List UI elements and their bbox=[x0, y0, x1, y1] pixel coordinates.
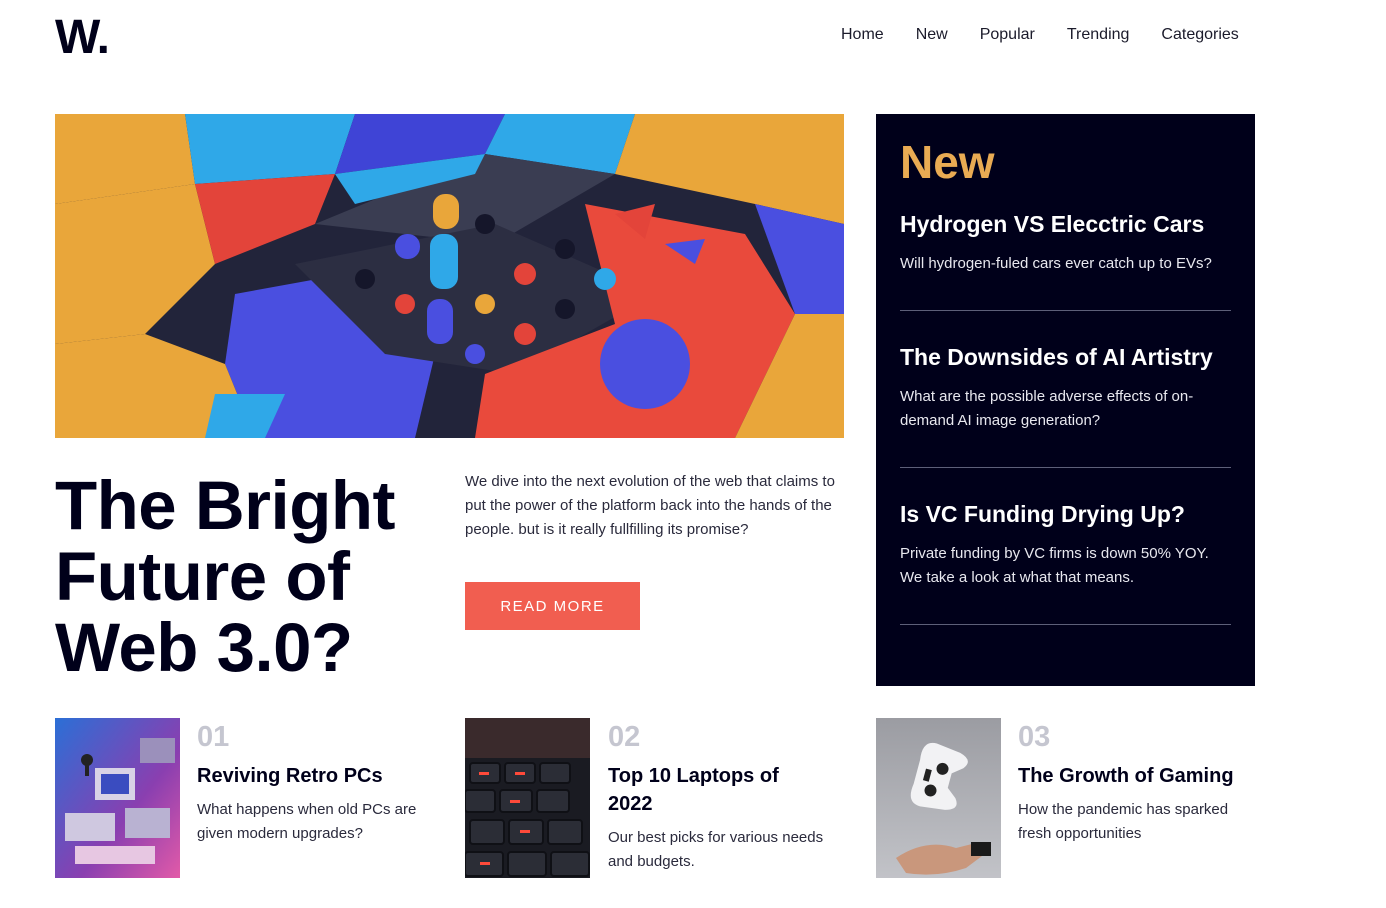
new-item-text: What are the possible adverse effects of… bbox=[900, 388, 1194, 429]
new-item[interactable]: Hydrogen VS Elecctric Cars Will hydrogen… bbox=[900, 210, 1231, 311]
new-item[interactable]: Is VC Funding Drying Up? Private funding… bbox=[900, 500, 1231, 625]
laptop-keyboard-image[interactable] bbox=[465, 718, 590, 878]
hero-title-line-2: Future of bbox=[55, 538, 350, 615]
nav-categories[interactable]: Categories bbox=[1161, 25, 1238, 45]
read-more-button[interactable]: READ MORE bbox=[465, 582, 640, 630]
article-text: What happens when old PCs are given mode… bbox=[197, 801, 417, 842]
hero-title: The Bright Future of Web 3.0? bbox=[55, 470, 455, 683]
article-number: 03 bbox=[1018, 721, 1051, 753]
article-text: How the pandemic has sparked fresh oppor… bbox=[1018, 801, 1229, 842]
hero-image bbox=[55, 114, 844, 438]
new-item-title[interactable]: Is VC Funding Drying Up? bbox=[900, 500, 1231, 528]
site-logo[interactable]: W. bbox=[55, 10, 110, 65]
gamepad-image[interactable] bbox=[876, 718, 1001, 878]
hero-description: We dive into the next evolution of the w… bbox=[465, 473, 835, 538]
new-item-title[interactable]: Hydrogen VS Elecctric Cars bbox=[900, 210, 1231, 238]
article-number: 02 bbox=[608, 721, 641, 753]
nav-new[interactable]: New bbox=[916, 25, 948, 45]
new-item-text: Private funding by VC firms is down 50% … bbox=[900, 545, 1209, 586]
new-item[interactable]: The Downsides of AI Artistry What are th… bbox=[900, 343, 1231, 468]
nav-home[interactable]: Home bbox=[841, 25, 884, 45]
new-item-text: Will hydrogen-fuled cars ever catch up t… bbox=[900, 255, 1212, 272]
hero-title-line-1: The Bright bbox=[55, 467, 395, 544]
nav-trending[interactable]: Trending bbox=[1067, 25, 1130, 45]
article-text: Our best picks for various needs and bud… bbox=[608, 829, 824, 870]
retro-pcs-image[interactable] bbox=[55, 718, 180, 878]
hero-title-line-3: Web 3.0? bbox=[55, 609, 353, 686]
article-title[interactable]: The Growth of Gaming bbox=[1018, 762, 1258, 790]
new-heading: New bbox=[900, 136, 995, 188]
article-title[interactable]: Top 10 Laptops of 2022 bbox=[608, 762, 818, 818]
article-title[interactable]: Reviving Retro PCs bbox=[197, 762, 457, 790]
new-item-title[interactable]: The Downsides of AI Artistry bbox=[900, 343, 1231, 371]
main-nav: Home New Popular Trending Categories bbox=[841, 25, 1239, 45]
article-number: 01 bbox=[197, 721, 230, 753]
nav-popular[interactable]: Popular bbox=[980, 25, 1035, 45]
new-panel: New Hydrogen VS Elecctric Cars Will hydr… bbox=[876, 114, 1255, 686]
